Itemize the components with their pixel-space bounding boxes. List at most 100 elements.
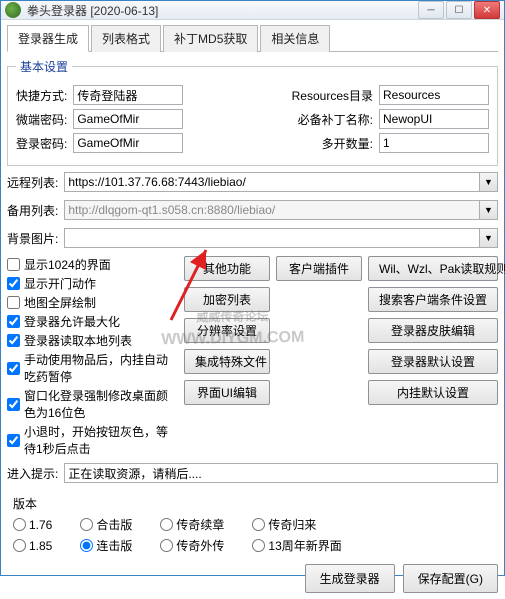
radio[interactable] <box>252 539 265 552</box>
option-check-2[interactable]: 地图全屏绘制 <box>7 294 178 311</box>
app-icon <box>5 2 21 18</box>
chevron-down-icon[interactable]: ▼ <box>480 228 498 248</box>
radio[interactable] <box>160 518 173 531</box>
option-check-0[interactable]: 显示1024的界面 <box>7 256 178 273</box>
option-check-3[interactable]: 登录器允许最大化 <box>7 313 178 330</box>
checkbox[interactable] <box>7 258 20 271</box>
tab-info[interactable]: 相关信息 <box>260 25 330 52</box>
minimize-button[interactable]: ─ <box>418 1 444 19</box>
resdir-input[interactable] <box>379 85 489 105</box>
options-checklist: 显示1024的界面显示开门动作地图全屏绘制登录器允许最大化登录器读取本地列表手动… <box>7 256 178 457</box>
radio[interactable] <box>160 539 173 552</box>
checkbox-label: 登录器读取本地列表 <box>24 332 132 349</box>
window-title: 拳头登录器 [2020-06-13] <box>27 2 418 19</box>
tab-generator[interactable]: 登录器生成 <box>7 25 89 52</box>
checkbox-label: 登录器允许最大化 <box>24 313 120 330</box>
right-button-0[interactable]: Wil、Wzl、Pak读取规则 <box>368 256 498 281</box>
checkbox-label: 手动使用物品后，内挂自动吃药暂停 <box>24 351 178 385</box>
remote-list-input[interactable] <box>64 172 480 192</box>
loginpwd-label: 登录密码: <box>16 135 67 152</box>
save-config-button[interactable]: 保存配置(G) <box>403 564 498 593</box>
radio[interactable] <box>80 539 93 552</box>
radio-label: 传奇续章 <box>176 516 224 533</box>
tab-bar: 登录器生成 列表格式 补丁MD5获取 相关信息 <box>7 24 498 52</box>
right-button-1[interactable]: 搜索客户端条件设置 <box>368 287 498 312</box>
mid-button-3[interactable]: 集成特殊文件 <box>184 349 270 374</box>
radio[interactable] <box>13 518 26 531</box>
titlebar: 拳头登录器 [2020-06-13] ─ ☐ ✕ <box>1 1 504 20</box>
right-button-2[interactable]: 登录器皮肤编辑 <box>368 318 498 343</box>
checkbox[interactable] <box>7 315 20 328</box>
patchname-input[interactable] <box>379 109 489 129</box>
shortcut-label: 快捷方式: <box>16 87 67 104</box>
radio-label: 连击版 <box>96 537 132 554</box>
radio[interactable] <box>80 518 93 531</box>
option-check-7[interactable]: 小退时，开始按钮灰色，等待1秒后点击 <box>7 423 178 457</box>
remote-list-label: 远程列表: <box>7 174 58 191</box>
checkbox[interactable] <box>7 362 20 375</box>
right-button-3[interactable]: 登录器默认设置 <box>368 349 498 374</box>
bg-image-label: 背景图片: <box>7 230 58 247</box>
version-option[interactable]: 连击版 <box>80 537 132 554</box>
option-check-5[interactable]: 手动使用物品后，内挂自动吃药暂停 <box>7 351 178 385</box>
basic-legend: 基本设置 <box>16 58 72 75</box>
checkbox[interactable] <box>7 334 20 347</box>
multi-label: 多开数量: <box>322 135 373 152</box>
version-option[interactable]: 传奇续章 <box>160 516 224 533</box>
checkbox-label: 小退时，开始按钮灰色，等待1秒后点击 <box>24 423 178 457</box>
version-option[interactable]: 13周年新界面 <box>252 537 341 554</box>
micro-label: 微端密码: <box>16 111 67 128</box>
radio[interactable] <box>252 518 265 531</box>
mid-button-4[interactable]: 界面UI编辑 <box>184 380 270 405</box>
checkbox[interactable] <box>7 398 20 411</box>
version-legend: 版本 <box>13 495 498 512</box>
resdir-label: Resources目录 <box>292 87 373 104</box>
version-option[interactable]: 传奇外传 <box>160 537 224 554</box>
mid-button-2[interactable]: 分辨率设置 <box>184 318 270 343</box>
close-button[interactable]: ✕ <box>474 1 500 19</box>
loginpwd-input[interactable] <box>73 133 183 153</box>
radio-label: 合击版 <box>96 516 132 533</box>
radio-label: 1.85 <box>29 539 52 553</box>
maximize-button[interactable]: ☐ <box>446 1 472 19</box>
backup-list-label: 备用列表: <box>7 202 58 219</box>
radio-label: 13周年新界面 <box>268 537 341 554</box>
radio-label: 传奇归来 <box>268 516 316 533</box>
checkbox[interactable] <box>7 296 20 309</box>
multi-input[interactable] <box>379 133 489 153</box>
radio[interactable] <box>13 539 26 552</box>
radio-label: 传奇外传 <box>176 537 224 554</box>
version-option[interactable]: 合击版 <box>80 516 132 533</box>
bg-image-input[interactable] <box>64 228 480 248</box>
basic-settings-group: 基本设置 快捷方式: Resources目录 微端密码: 必备补丁名称: 登录密… <box>7 58 498 166</box>
chevron-down-icon[interactable]: ▼ <box>480 200 498 220</box>
client-plugin-button[interactable]: 客户端插件 <box>276 256 362 281</box>
backup-list-input[interactable] <box>64 200 480 220</box>
option-check-6[interactable]: 窗口化登录强制修改桌面颜色为16位色 <box>7 387 178 421</box>
option-check-4[interactable]: 登录器读取本地列表 <box>7 332 178 349</box>
checkbox-label: 窗口化登录强制修改桌面颜色为16位色 <box>24 387 178 421</box>
micro-input[interactable] <box>73 109 183 129</box>
right-button-4[interactable]: 内挂默认设置 <box>368 380 498 405</box>
chevron-down-icon[interactable]: ▼ <box>480 172 498 192</box>
mid-button-1[interactable]: 加密列表 <box>184 287 270 312</box>
tab-list-format[interactable]: 列表格式 <box>91 25 161 52</box>
shortcut-input[interactable] <box>73 85 183 105</box>
version-option[interactable]: 传奇归来 <box>252 516 316 533</box>
backup-list-combo[interactable]: ▼ <box>64 200 498 220</box>
tab-md5[interactable]: 补丁MD5获取 <box>163 25 258 52</box>
checkbox[interactable] <box>7 277 20 290</box>
radio-label: 1.76 <box>29 518 52 532</box>
option-check-1[interactable]: 显示开门动作 <box>7 275 178 292</box>
bg-image-combo[interactable]: ▼ <box>64 228 498 248</box>
checkbox[interactable] <box>7 434 20 447</box>
enter-hint-input[interactable] <box>64 463 498 483</box>
checkbox-label: 显示开门动作 <box>24 275 96 292</box>
remote-list-combo[interactable]: ▼ <box>64 172 498 192</box>
generate-button[interactable]: 生成登录器 <box>305 564 395 593</box>
other-features-button[interactable]: 其他功能 <box>184 256 270 281</box>
version-option[interactable]: 1.85 <box>13 539 52 553</box>
version-option[interactable]: 1.76 <box>13 518 52 532</box>
checkbox-label: 显示1024的界面 <box>24 256 111 273</box>
enter-hint-label: 进入提示: <box>7 465 58 482</box>
